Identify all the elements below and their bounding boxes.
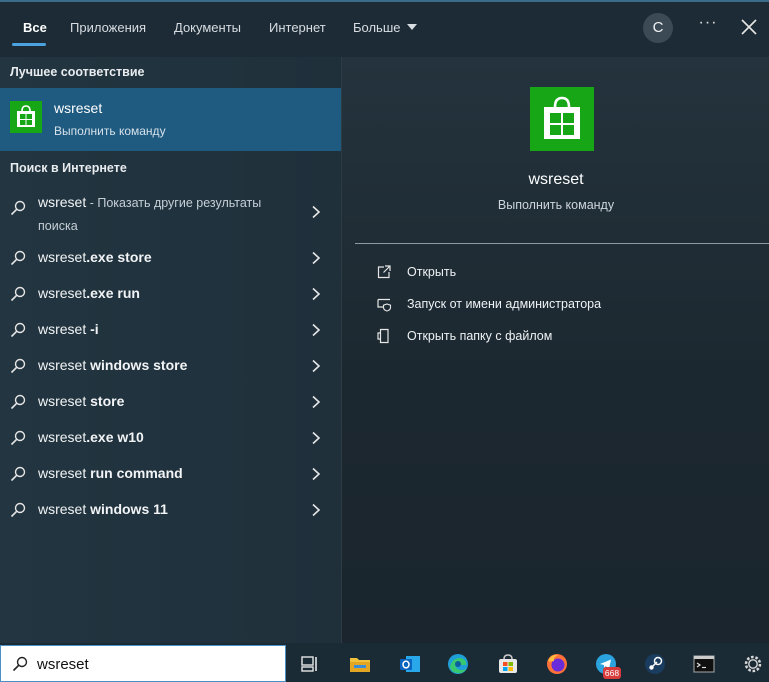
tab-internet[interactable]: Интернет (269, 20, 326, 38)
settings-icon[interactable] (741, 652, 765, 676)
tab-more[interactable]: Больше (353, 20, 417, 38)
shield-icon (377, 298, 392, 312)
search-icon (10, 430, 26, 446)
web-result-completion: windows 11 (86, 501, 168, 517)
web-result-show-more[interactable]: wsreset - Показать другие результаты пои… (0, 190, 341, 240)
action-open-file-location-label: Открыть папку с файлом (407, 329, 553, 343)
web-result-query: wsreset (38, 194, 87, 210)
account-avatar[interactable]: С (643, 13, 673, 43)
open-icon (377, 265, 391, 279)
web-result-completion: .exe run (86, 285, 140, 301)
telegram-unread-badge: 668 (603, 667, 621, 679)
best-match-result[interactable]: wsreset Выполнить команду (0, 88, 341, 151)
microsoft-store-icon[interactable] (496, 652, 520, 676)
file-explorer-icon[interactable] (348, 652, 372, 676)
action-open-label: Открыть (407, 265, 457, 279)
file-folder-icon (377, 328, 389, 344)
chevron-right-icon (312, 251, 321, 265)
web-result-item[interactable]: wsreset run command (0, 456, 341, 492)
web-search-heading: Поиск в Интернете (10, 161, 127, 175)
web-result-label: wsreset.exe w10 (38, 429, 144, 445)
chevron-right-icon (312, 431, 321, 445)
tab-all[interactable]: Все (23, 20, 47, 38)
detail-subtitle: Выполнить команду (497, 198, 615, 212)
chevron-right-icon (312, 205, 321, 219)
edge-icon[interactable] (446, 652, 470, 676)
web-result-label: wsreset -i (38, 321, 99, 337)
search-icon (12, 656, 28, 672)
web-result-item[interactable]: wsreset -i (0, 312, 341, 348)
web-result-prefix: wsreset (38, 249, 87, 265)
web-result-item[interactable]: wsreset.exe run (0, 276, 341, 312)
search-icon (10, 286, 26, 302)
web-result-completion: windows store (86, 357, 188, 373)
web-result-prefix: wsreset (38, 501, 87, 517)
search-icon (10, 358, 26, 374)
web-result-label: wsreset run command (38, 465, 183, 481)
web-result-completion: store (86, 393, 125, 409)
search-input[interactable] (37, 653, 277, 675)
web-result-item[interactable]: wsreset.exe w10 (0, 420, 341, 456)
web-result-label: wsreset windows 11 (38, 501, 168, 517)
web-result-label: wsreset store (38, 393, 124, 409)
taskbar: 668 (0, 643, 769, 682)
task-view-icon[interactable] (298, 652, 322, 676)
tab-apps[interactable]: Приложения (70, 20, 146, 38)
tab-more-label: Больше (353, 20, 401, 35)
active-tab-indicator (12, 43, 46, 46)
web-result-prefix: wsreset (38, 285, 87, 301)
search-icon (10, 322, 26, 338)
web-result-item[interactable]: wsreset store (0, 384, 341, 420)
chevron-right-icon (312, 287, 321, 301)
web-result-item[interactable]: wsreset windows 11 (0, 492, 341, 528)
web-result-completion: -i (86, 321, 99, 337)
taskbar-search-box[interactable] (0, 645, 286, 682)
search-tabs-bar: Все Приложения Документы Интернет Больше… (0, 0, 769, 57)
detail-divider (355, 243, 769, 244)
web-result-label: wsreset windows store (38, 357, 187, 373)
web-result-prefix: wsreset (38, 429, 87, 445)
steam-icon[interactable] (643, 652, 667, 676)
web-result-completion: .exe store (86, 249, 152, 265)
detail-title: wsreset (528, 171, 584, 188)
best-match-heading: Лучшее соответствие (10, 65, 145, 79)
best-match-title: wsreset (54, 100, 103, 116)
web-result-label: wsreset.exe run (38, 285, 140, 301)
search-icon (10, 466, 26, 482)
search-icon (10, 394, 26, 410)
result-detail-pane: wsreset Выполнить команду Открыть Запуск… (341, 57, 769, 643)
chevron-right-icon (312, 395, 321, 409)
chevron-right-icon (312, 503, 321, 517)
chevron-down-icon (406, 24, 417, 30)
window-top-edge (0, 0, 769, 2)
search-icon (10, 250, 26, 266)
search-window: Все Приложения Документы Интернет Больше… (0, 0, 769, 682)
web-result-prefix: wsreset (38, 321, 87, 337)
outlook-icon[interactable] (398, 652, 422, 676)
chevron-right-icon (312, 323, 321, 337)
tab-documents[interactable]: Документы (174, 20, 241, 38)
store-icon (530, 87, 594, 151)
terminal-icon[interactable] (692, 652, 716, 676)
search-icon (10, 502, 26, 518)
chevron-right-icon (312, 467, 321, 481)
web-result-label: wsreset - Показать другие результаты пои… (38, 191, 300, 237)
web-result-item[interactable]: wsreset.exe store (0, 240, 341, 276)
action-run-as-admin-label: Запуск от имени администратора (407, 297, 602, 311)
close-icon[interactable] (738, 16, 760, 38)
web-result-prefix: wsreset (38, 393, 87, 409)
web-result-item[interactable]: wsreset windows store (0, 348, 341, 384)
web-result-label: wsreset.exe store (38, 249, 152, 265)
web-result-completion: run command (86, 465, 183, 481)
more-options-icon[interactable]: ··· (696, 14, 720, 42)
search-icon (10, 200, 26, 216)
web-result-completion: .exe w10 (86, 429, 144, 445)
firefox-icon[interactable] (545, 652, 569, 676)
store-icon (10, 101, 42, 133)
web-result-prefix: wsreset (38, 465, 87, 481)
best-match-subtitle: Выполнить команду (54, 124, 166, 138)
chevron-right-icon (312, 359, 321, 373)
web-result-prefix: wsreset (38, 357, 87, 373)
